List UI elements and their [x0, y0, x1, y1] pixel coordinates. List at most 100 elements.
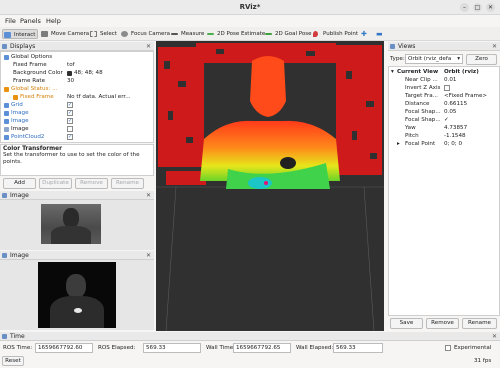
add-tool-icon[interactable]: ✚: [361, 29, 371, 39]
tree-row-target-frame[interactable]: Target Fra... <Fixed Frame>: [389, 92, 499, 100]
row-key: Target Fra...: [405, 93, 438, 99]
tree-row-invert-z[interactable]: Invert Z Axis: [389, 84, 499, 92]
person-body: [200, 56, 340, 189]
tree-row-fixed-frame-status[interactable]: Fixed Frame No tf data. Actual err...: [1, 93, 153, 101]
close-icon[interactable]: ✕: [486, 3, 495, 12]
close-icon[interactable]: ✕: [146, 191, 151, 200]
pose-estimate-button[interactable]: 2D Pose Estimate: [206, 29, 265, 39]
3d-viewport[interactable]: [156, 41, 384, 331]
close-icon[interactable]: ✕: [146, 42, 151, 51]
row-key: Global Options: [11, 54, 53, 60]
warning-icon: [4, 86, 9, 92]
row-key: Global Status: ...: [11, 86, 58, 92]
focus-camera-button[interactable]: Focus Camera: [120, 29, 170, 39]
tree-row-image-3[interactable]: Image: [1, 125, 153, 133]
minimize-icon[interactable]: –: [460, 3, 469, 12]
image-panel-1-body: [0, 200, 154, 250]
tree-row-grid[interactable]: Grid ✓: [1, 101, 153, 109]
row-key: Current View: [397, 69, 439, 75]
tree-row-near-clip[interactable]: Near Clip ... 0.01: [389, 76, 499, 84]
wall-time-field: 1659667792.65: [233, 343, 291, 353]
image-2-checkbox[interactable]: ✓: [67, 118, 73, 124]
close-icon[interactable]: ✕: [492, 42, 497, 51]
displays-icon: [2, 44, 7, 49]
tree-row-image-2[interactable]: Image ✓: [1, 117, 153, 125]
ros-time-label: ROS Time:: [3, 345, 33, 351]
image-icon: [2, 193, 7, 198]
camera-image-1: [41, 204, 101, 244]
tree-row-current-view[interactable]: ▾ Current View Orbit (rviz): [389, 68, 499, 76]
tree-row-background-color[interactable]: Background Color 48; 48; 48: [1, 69, 153, 77]
remove-view-button[interactable]: Remove: [426, 318, 459, 329]
row-key: PointCloud2: [11, 134, 45, 140]
image-icon: [2, 253, 7, 258]
row-value: 48; 48; 48: [74, 70, 103, 76]
grid-icon: [4, 102, 9, 108]
warning-icon: [13, 94, 18, 100]
tree-row-fixed-frame[interactable]: Fixed Frame tof: [1, 61, 153, 69]
add-display-button[interactable]: Add: [3, 178, 36, 189]
image-1-checkbox[interactable]: ✓: [67, 110, 73, 116]
select-button[interactable]: Select: [89, 29, 117, 39]
invert-z-checkbox[interactable]: [444, 85, 450, 91]
measure-icon: [171, 33, 178, 35]
close-icon[interactable]: ✕: [492, 332, 497, 341]
tree-row-global-status[interactable]: Global Status: ...: [1, 85, 153, 93]
row-value: ✓: [444, 117, 449, 123]
grid-checkbox[interactable]: ✓: [67, 102, 73, 108]
row-key: Focal Shap...: [405, 117, 441, 123]
tree-row-global-options[interactable]: Global Options: [1, 53, 153, 61]
menu-file[interactable]: File: [5, 17, 16, 25]
publish-point-button[interactable]: Publish Point: [312, 29, 358, 39]
view-type-select[interactable]: Orbit (rviz_defa ▾: [405, 54, 463, 64]
tree-row-frame-rate[interactable]: Frame Rate 30: [1, 77, 153, 85]
menu-bar: File Panels Help: [0, 15, 500, 27]
tree-row-focal-shape-size[interactable]: Focal Shap... 0.05: [389, 108, 499, 116]
tree-row-pointcloud2[interactable]: PointCloud2 ✓: [1, 133, 153, 141]
menu-help[interactable]: Help: [46, 17, 61, 25]
row-key: Focal Shap...: [405, 109, 441, 115]
views-tree[interactable]: ▾ Current View Orbit (rviz) Near Clip ... 0…: [388, 66, 500, 316]
maximize-icon[interactable]: □: [473, 3, 482, 12]
goal-pose-icon: [265, 33, 272, 35]
row-key: Near Clip ...: [405, 77, 438, 83]
reset-button[interactable]: Reset: [2, 356, 24, 366]
move-camera-button[interactable]: Move Camera: [40, 29, 90, 39]
toolbar: Interact Move Camera Select Focus Camera…: [0, 27, 500, 41]
description-text: Set the transformer to use to set the co…: [3, 152, 140, 165]
experimental-checkbox[interactable]: [445, 345, 451, 351]
camera-image-2: [38, 262, 116, 328]
ros-time-field: 1659667792.60: [35, 343, 93, 353]
interact-button[interactable]: Interact: [2, 29, 38, 39]
close-icon[interactable]: ✕: [146, 251, 151, 260]
tree-row-focal-shape-fixed[interactable]: Focal Shap... ✓: [389, 116, 499, 124]
rename-view-button[interactable]: Rename: [462, 318, 497, 329]
expand-icon[interactable]: ▾: [391, 68, 394, 76]
duplicate-display-button[interactable]: Duplicate: [39, 178, 72, 189]
tree-row-yaw[interactable]: Yaw 4.73857: [389, 124, 499, 132]
tree-row-distance[interactable]: Distance 0.66115: [389, 100, 499, 108]
rename-display-button[interactable]: Rename: [111, 178, 144, 189]
tree-row-image-1[interactable]: Image ✓: [1, 109, 153, 117]
save-view-button[interactable]: Save: [390, 318, 423, 329]
expand-icon[interactable]: ▸: [397, 140, 400, 148]
pointcloud2-checkbox[interactable]: ✓: [67, 134, 73, 140]
menu-panels[interactable]: Panels: [20, 17, 41, 25]
image-panel-2-title: Image: [10, 252, 29, 259]
views-title: Views: [398, 43, 416, 50]
row-value: 0; 0; 0: [444, 141, 463, 147]
time-title: Time: [10, 333, 25, 340]
measure-button[interactable]: Measure: [170, 29, 206, 39]
row-key: Fixed Frame: [20, 94, 54, 100]
row-key: Frame Rate: [13, 78, 46, 84]
displays-tree[interactable]: Global Options Fixed Frame tof Background…: [0, 51, 154, 143]
tree-row-focal-point[interactable]: ▸ Focal Point 0; 0; 0: [389, 140, 499, 148]
pointcloud-render: [156, 43, 384, 331]
remove-tool-icon[interactable]: ▬: [376, 29, 386, 39]
tree-row-pitch[interactable]: Pitch -1.1548: [389, 132, 499, 140]
zero-view-button[interactable]: Zero: [466, 54, 497, 65]
image-3-checkbox[interactable]: [67, 126, 73, 132]
goal-pose-button[interactable]: 2D Goal Pose: [264, 29, 312, 39]
row-key: Pitch: [405, 133, 419, 139]
remove-display-button[interactable]: Remove: [75, 178, 108, 189]
